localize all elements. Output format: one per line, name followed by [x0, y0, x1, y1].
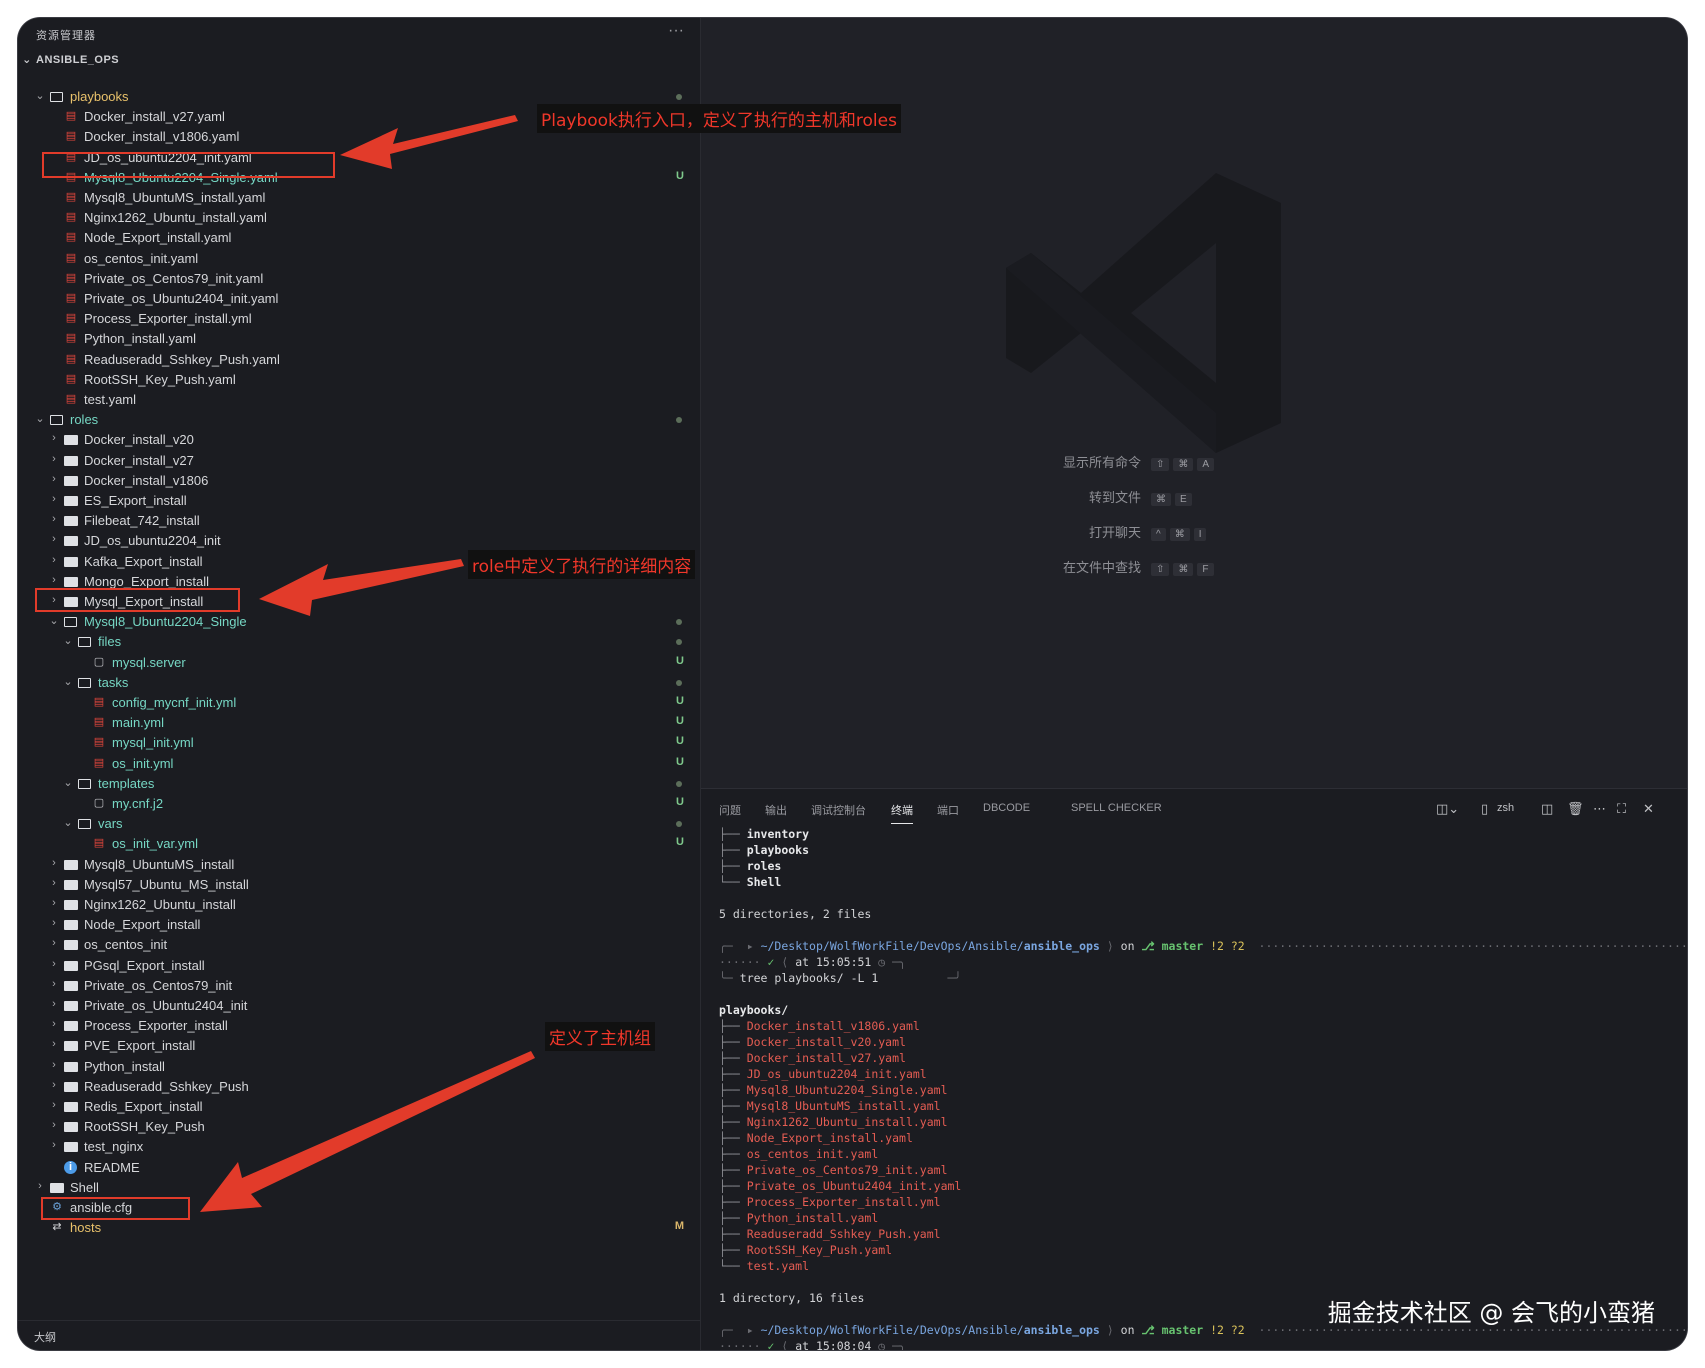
- annotation-playbook: Playbook执行入口，定义了执行的主机和roles: [537, 104, 901, 133]
- annotation-role: role中定义了执行的详细内容: [468, 550, 696, 579]
- annotation-hosts: 定义了主机组: [545, 1022, 655, 1051]
- vscode-window: 资源管理器 ··· ⌄ ANSIBLE_OPS ⌄ playbooks ▤ Docke…: [18, 18, 1687, 1350]
- annotation-arrows: [200, 115, 535, 1212]
- watermark: 掘金技术社区 @ 会飞的小蛮猪: [1327, 1299, 1655, 1327]
